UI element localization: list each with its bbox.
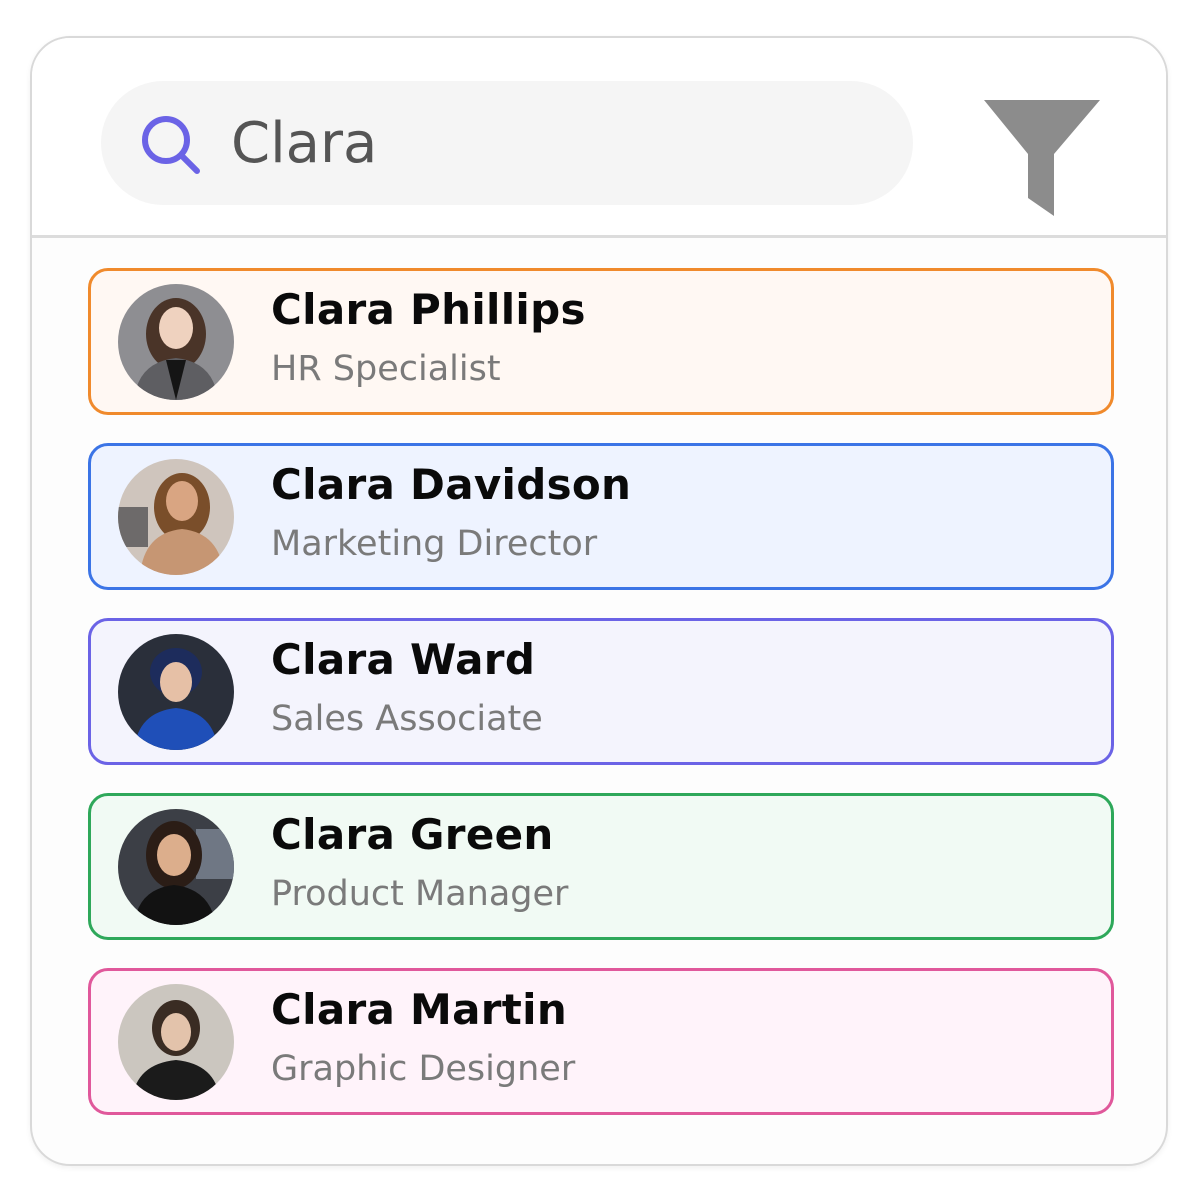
filter-funnel-icon	[980, 100, 1104, 224]
avatar	[118, 284, 234, 400]
search-input[interactable]	[231, 101, 871, 185]
result-name: Clara Davidson	[271, 460, 632, 509]
result-role: Sales Associate	[271, 699, 543, 739]
result-name: Clara Phillips	[271, 285, 586, 334]
search-icon	[139, 113, 203, 177]
filter-button[interactable]	[980, 96, 1104, 220]
result-card-clara-martin[interactable]: Clara Martin Graphic Designer	[88, 968, 1114, 1115]
result-role: Product Manager	[271, 874, 569, 914]
result-name: Clara Ward	[271, 635, 536, 684]
result-name: Clara Green	[271, 810, 554, 859]
result-card-clara-davidson[interactable]: Clara Davidson Marketing Director	[88, 443, 1114, 590]
result-role: Graphic Designer	[271, 1049, 576, 1089]
result-card-clara-phillips[interactable]: Clara Phillips HR Specialist	[88, 268, 1114, 415]
avatar	[118, 459, 234, 575]
avatar	[118, 809, 234, 925]
search-header	[32, 38, 1166, 238]
result-role: Marketing Director	[271, 524, 598, 564]
result-card-clara-ward[interactable]: Clara Ward Sales Associate	[88, 618, 1114, 765]
results-list: Clara Phillips HR Specialist Clara David…	[88, 268, 1114, 1143]
search-panel: Clara Phillips HR Specialist Clara David…	[30, 36, 1168, 1166]
avatar	[118, 634, 234, 750]
search-bar[interactable]	[101, 81, 913, 205]
result-role: HR Specialist	[271, 349, 501, 389]
result-name: Clara Martin	[271, 985, 568, 1034]
result-card-clara-green[interactable]: Clara Green Product Manager	[88, 793, 1114, 940]
avatar	[118, 984, 234, 1100]
